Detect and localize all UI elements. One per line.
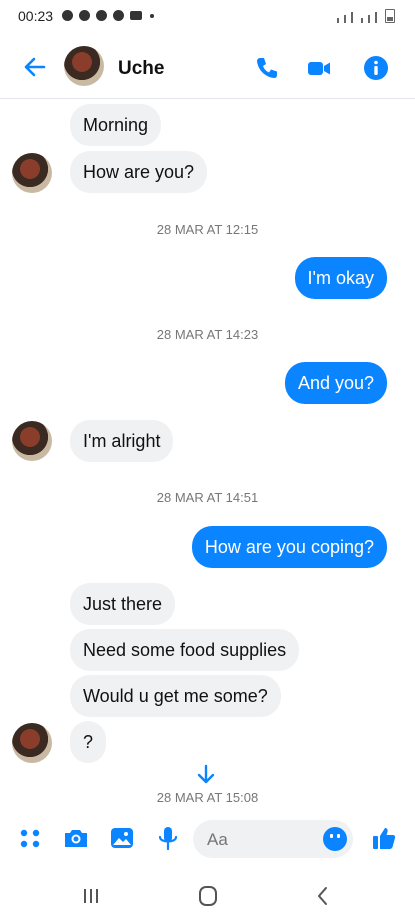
message-input[interactable] xyxy=(207,830,317,850)
back-arrow-icon[interactable] xyxy=(20,52,50,82)
incoming-message[interactable]: Need some food supplies xyxy=(70,629,300,671)
signal-bar-icon xyxy=(361,18,363,23)
signal-bar-icon xyxy=(344,15,346,23)
youtube-notification-icon xyxy=(130,11,142,20)
message-input-box[interactable] xyxy=(193,820,353,858)
facebook-notification-icon xyxy=(62,10,73,21)
battery-icon xyxy=(385,9,395,23)
incoming-message[interactable]: How are you? xyxy=(70,151,208,193)
sender-avatar xyxy=(12,153,52,193)
sender-avatar xyxy=(12,421,52,461)
phone-icon[interactable] xyxy=(253,54,281,82)
messenger-notification-icon xyxy=(96,10,107,21)
contact-name[interactable]: Uche xyxy=(118,58,164,80)
message-timestamp: 28 MAR AT 14:51 xyxy=(156,490,259,505)
notification-icons xyxy=(62,10,154,21)
gallery-icon[interactable] xyxy=(108,824,136,852)
system-nav-bar xyxy=(0,868,415,924)
nav-back-icon[interactable] xyxy=(308,884,338,908)
signal-bar-icon xyxy=(368,15,370,23)
whatsapp-notification-icon xyxy=(79,10,90,21)
microphone-icon[interactable] xyxy=(154,824,182,852)
chat-header: Uche xyxy=(0,34,415,99)
sender-avatar xyxy=(12,723,52,763)
video-camera-icon[interactable] xyxy=(305,54,333,82)
incoming-message[interactable]: I'm alright xyxy=(70,420,174,462)
status-indicators xyxy=(337,9,395,23)
thumbs-up-icon[interactable] xyxy=(370,824,398,852)
message-list[interactable]: Morning How are you? 28 MAR AT 12:15 I'm… xyxy=(0,98,415,808)
camera-icon[interactable] xyxy=(62,824,90,852)
scroll-down-icon[interactable] xyxy=(192,761,220,789)
emoji-icon[interactable] xyxy=(323,827,347,851)
outgoing-message[interactable]: How are you coping? xyxy=(191,526,387,568)
message-timestamp: 28 MAR AT 15:08 xyxy=(156,790,259,805)
status-bar: 00:23 xyxy=(0,0,415,34)
contact-avatar[interactable] xyxy=(64,46,104,86)
incoming-message[interactable]: ? xyxy=(70,721,107,763)
messenger-notification-icon xyxy=(113,10,124,21)
incoming-message[interactable]: Would u get me some? xyxy=(70,675,281,717)
info-icon[interactable] xyxy=(362,54,390,82)
status-time: 00:23 xyxy=(18,8,54,24)
message-composer xyxy=(0,810,415,868)
outgoing-message[interactable]: I'm okay xyxy=(294,257,387,299)
message-timestamp: 28 MAR AT 14:23 xyxy=(156,327,259,342)
incoming-message[interactable]: Morning xyxy=(70,104,162,146)
outgoing-message[interactable]: And you? xyxy=(284,362,387,404)
more-notifications-icon xyxy=(150,13,154,18)
signal-bar-icon xyxy=(351,12,353,23)
signal-bar-icon xyxy=(337,18,339,23)
signal-bar-icon xyxy=(375,12,377,23)
message-timestamp: 28 MAR AT 12:15 xyxy=(156,222,259,237)
home-icon[interactable] xyxy=(193,884,223,908)
incoming-message[interactable]: Just there xyxy=(70,583,176,625)
recent-apps-icon[interactable] xyxy=(76,884,106,908)
apps-icon[interactable] xyxy=(16,824,44,852)
